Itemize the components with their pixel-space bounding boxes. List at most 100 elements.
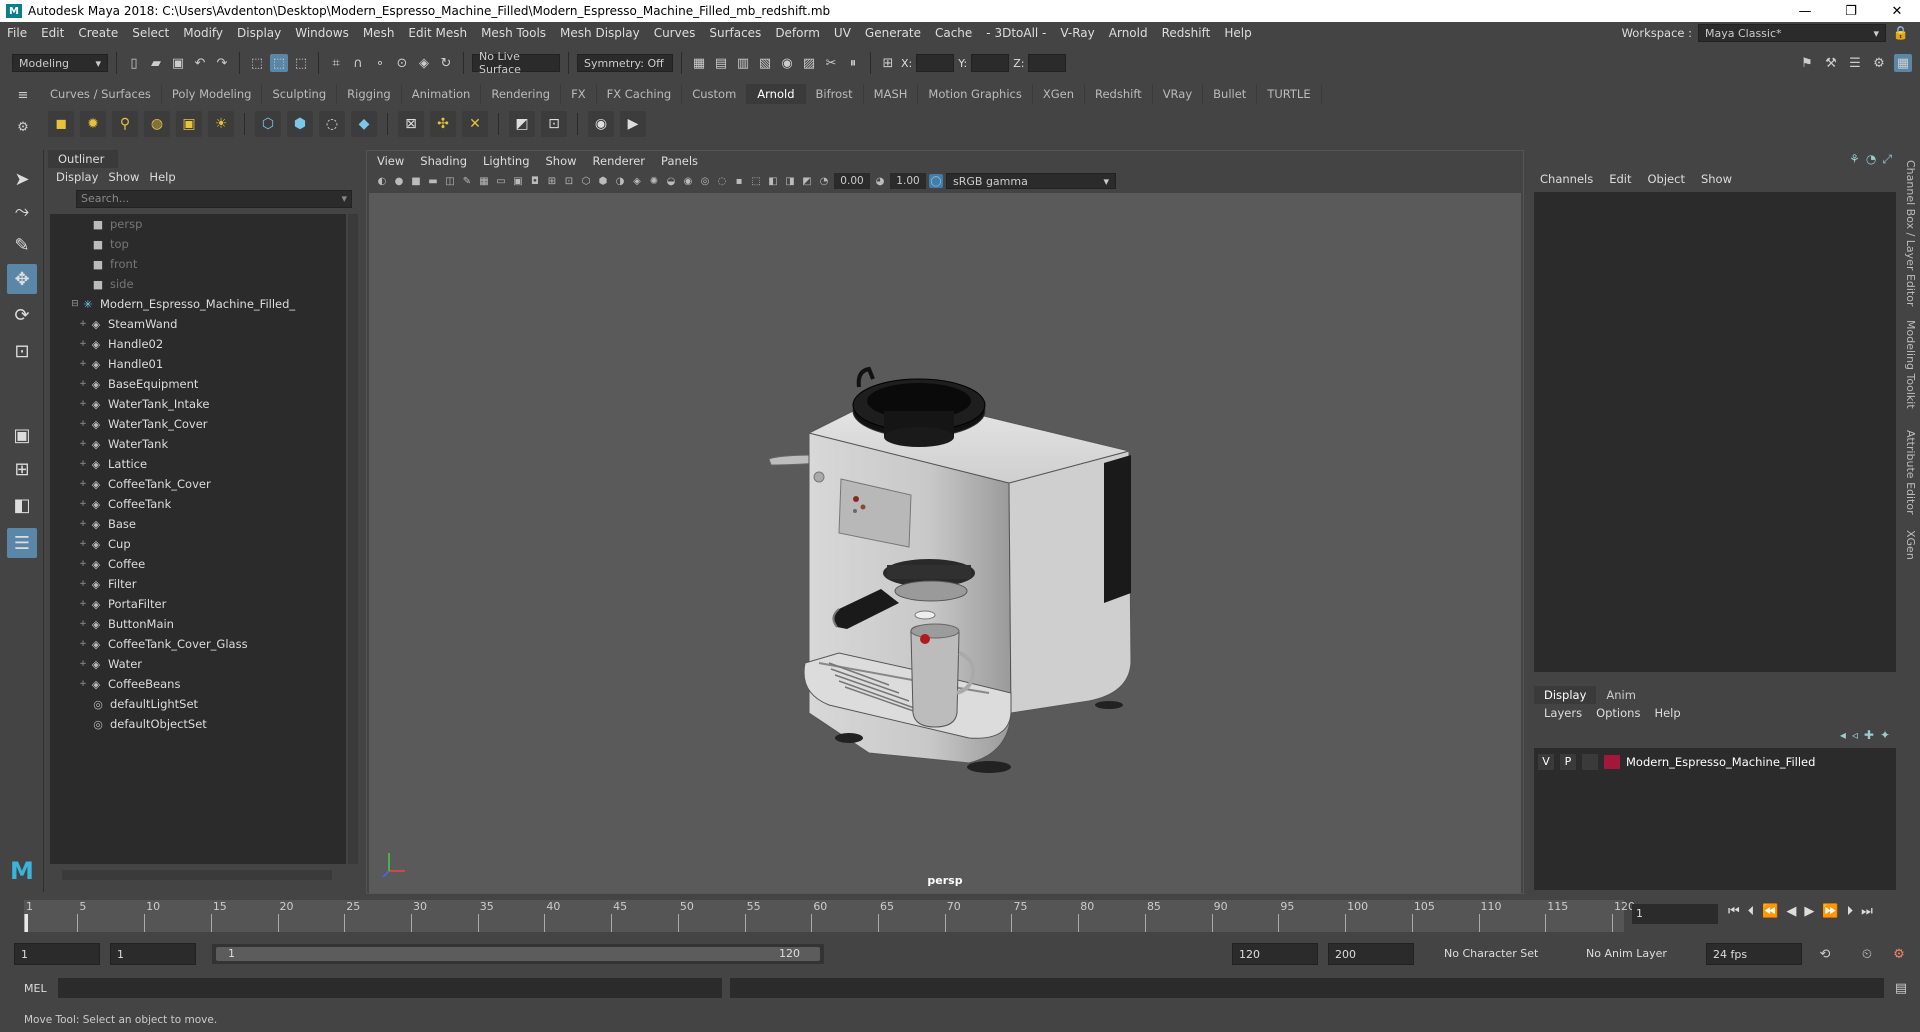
move-layer-down-icon[interactable]: ◃ bbox=[1852, 728, 1858, 742]
image-plane-icon[interactable]: ▬ bbox=[426, 174, 440, 188]
step-forward-icon[interactable]: ⏵ bbox=[1847, 904, 1854, 919]
view-transform-dropdown[interactable]: sRGB gamma ▾ bbox=[946, 173, 1116, 189]
outliner-item[interactable]: + ◈ CoffeeTank_Cover bbox=[50, 474, 346, 494]
menu-3dtoall[interactable]: - 3DtoAll - bbox=[979, 26, 1053, 40]
xray-joints-icon[interactable]: ◨ bbox=[783, 174, 797, 188]
go-to-end-icon[interactable]: ⏭ bbox=[1861, 904, 1873, 919]
viewport-menu-lighting[interactable]: Lighting bbox=[483, 154, 545, 168]
menu-cache[interactable]: Cache bbox=[928, 26, 979, 40]
tab-poly-modeling[interactable]: Poly Modeling bbox=[162, 84, 263, 104]
menu-generate[interactable]: Generate bbox=[858, 26, 928, 40]
maximize-icon[interactable]: ❐ bbox=[1828, 4, 1874, 19]
mel-label[interactable]: MEL bbox=[24, 982, 47, 995]
tab-bullet[interactable]: Bullet bbox=[1203, 84, 1258, 104]
playback-start-field[interactable]: 1 bbox=[110, 943, 196, 965]
textured-icon[interactable]: ◈ bbox=[630, 174, 644, 188]
layer-row[interactable]: V P Modern_Espresso_Machine_Filled bbox=[1538, 754, 1815, 770]
arnold-icon[interactable]: ✂ bbox=[822, 54, 840, 72]
shelf-menu-icon[interactable]: ≡ bbox=[14, 86, 32, 104]
character-set-dropdown[interactable]: No Character Set bbox=[1438, 943, 1558, 965]
symmetry-dropdown[interactable]: Symmetry: Off bbox=[577, 54, 673, 72]
snap-curve-icon[interactable]: ∩ bbox=[349, 54, 367, 72]
outliner-layout-icon[interactable]: ☰ bbox=[7, 528, 37, 558]
redo-icon[interactable]: ↷ bbox=[213, 54, 231, 72]
layer-playback-toggle[interactable]: P bbox=[1560, 754, 1576, 770]
menu-vray[interactable]: V-Ray bbox=[1053, 26, 1101, 40]
viewport-menu-shading[interactable]: Shading bbox=[420, 154, 483, 168]
photometric-light-icon[interactable]: ⚲ bbox=[112, 111, 138, 137]
single-perspective-icon[interactable]: ▣ bbox=[7, 420, 37, 450]
snap-rotate-icon[interactable]: ↻ bbox=[437, 54, 455, 72]
license-manager-icon[interactable]: ✕ bbox=[462, 111, 488, 137]
tab-turtle[interactable]: TURTLE bbox=[1257, 84, 1322, 104]
material-icon[interactable]: ◩ bbox=[509, 111, 535, 137]
hypershade-icon[interactable]: ◉ bbox=[778, 54, 796, 72]
side-tab-attribute-editor[interactable]: Attribute Editor bbox=[1904, 430, 1917, 515]
snap-surface-icon[interactable]: ◈ bbox=[415, 54, 433, 72]
outliner-item[interactable]: + ◈ WaterTank_Intake bbox=[50, 394, 346, 414]
render-settings-icon[interactable]: ▧ bbox=[756, 54, 774, 72]
outliner-item[interactable]: + ◈ Lattice bbox=[50, 454, 346, 474]
tab-display[interactable]: Display bbox=[1534, 686, 1597, 704]
tab-sculpting[interactable]: Sculpting bbox=[262, 84, 338, 104]
outliner-item[interactable]: + ◈ ButtonMain bbox=[50, 614, 346, 634]
layer-menu-help[interactable]: Help bbox=[1654, 706, 1694, 720]
outliner-item[interactable]: + ◈ WaterTank bbox=[50, 434, 346, 454]
play-forwards-icon[interactable]: ▶ bbox=[1804, 904, 1814, 919]
x-field[interactable] bbox=[916, 54, 955, 72]
command-input[interactable] bbox=[58, 978, 722, 998]
outliner-hscrollbar[interactable] bbox=[62, 870, 332, 880]
float-icon[interactable]: ⤢ bbox=[1882, 152, 1892, 167]
tab-redshift[interactable]: Redshift bbox=[1085, 84, 1153, 104]
outliner-item[interactable]: + ◈ WaterTank_Cover bbox=[50, 414, 346, 434]
use-all-lights-icon[interactable]: ✺ bbox=[647, 174, 661, 188]
minimize-icon[interactable]: — bbox=[1782, 4, 1828, 19]
outliner-menu-display[interactable]: Display bbox=[56, 170, 108, 184]
render-play-icon[interactable]: ▶ bbox=[620, 111, 646, 137]
outliner-item[interactable]: ■ persp bbox=[50, 214, 346, 234]
outliner-item[interactable]: + ◈ CoffeeBeans bbox=[50, 674, 346, 694]
xray-components-icon[interactable]: ◩ bbox=[800, 174, 814, 188]
pause-icon[interactable]: ⏸ bbox=[844, 54, 862, 72]
menu-mesh-display[interactable]: Mesh Display bbox=[553, 26, 647, 40]
modeling-toolkit-icon[interactable]: ⚒ bbox=[1822, 54, 1840, 72]
menu-deform[interactable]: Deform bbox=[768, 26, 827, 40]
tab-bifrost[interactable]: Bifrost bbox=[806, 84, 864, 104]
select-component-icon[interactable]: ⬚ bbox=[292, 54, 310, 72]
speed-icon[interactable]: ◔ bbox=[1866, 152, 1876, 167]
menu-uv[interactable]: UV bbox=[827, 26, 858, 40]
channel-box-icon[interactable]: ▦ bbox=[1894, 54, 1912, 72]
preferences-icon[interactable]: ⚙ bbox=[1890, 945, 1908, 963]
save-scene-icon[interactable]: ▣ bbox=[169, 54, 187, 72]
channel-menu-object[interactable]: Object bbox=[1648, 172, 1701, 186]
y-field[interactable] bbox=[971, 54, 1010, 72]
snap-point-icon[interactable]: ∘ bbox=[371, 54, 389, 72]
outliner-item[interactable]: + ◈ Cup bbox=[50, 534, 346, 554]
outliner-vscrollbar[interactable] bbox=[348, 214, 358, 864]
tab-curves-surfaces[interactable]: Curves / Surfaces bbox=[40, 84, 162, 104]
bookmark-icon[interactable]: ■ bbox=[409, 174, 423, 188]
layer-menu-options[interactable]: Options bbox=[1596, 706, 1654, 720]
txmanager-icon[interactable]: ✣ bbox=[430, 111, 456, 137]
outliner-item[interactable]: + ◈ Base bbox=[50, 514, 346, 534]
close-icon[interactable]: ✕ bbox=[1874, 4, 1920, 19]
menu-edit-mesh[interactable]: Edit Mesh bbox=[401, 26, 474, 40]
workspace-dropdown[interactable]: Maya Classic* ▾ bbox=[1698, 24, 1886, 42]
select-camera-icon[interactable]: ◐ bbox=[375, 174, 389, 188]
go-to-start-icon[interactable]: ⏮ bbox=[1728, 904, 1740, 919]
tab-animation[interactable]: Animation bbox=[402, 84, 482, 104]
layer-visibility-toggle[interactable]: V bbox=[1538, 754, 1554, 770]
menu-windows[interactable]: Windows bbox=[288, 26, 356, 40]
sign-in-icon[interactable]: ⚑ bbox=[1798, 54, 1816, 72]
flush-caches-icon[interactable]: ⊠ bbox=[398, 111, 424, 137]
highlight-icon[interactable]: ⚘ bbox=[1849, 152, 1860, 167]
outliner-item[interactable]: + ◈ SteamWand bbox=[50, 314, 346, 334]
shading-icon[interactable]: ⊡ bbox=[541, 111, 567, 137]
range-slider[interactable]: 1 120 bbox=[212, 944, 824, 964]
tab-vray[interactable]: VRay bbox=[1153, 84, 1204, 104]
field-chart-icon[interactable]: ⊞ bbox=[545, 174, 559, 188]
tab-motion-graphics[interactable]: Motion Graphics bbox=[918, 84, 1033, 104]
area-light-icon[interactable]: ◼ bbox=[48, 111, 74, 137]
outliner-item[interactable]: ■ top bbox=[50, 234, 346, 254]
layer-menu-layers[interactable]: Layers bbox=[1544, 706, 1596, 720]
